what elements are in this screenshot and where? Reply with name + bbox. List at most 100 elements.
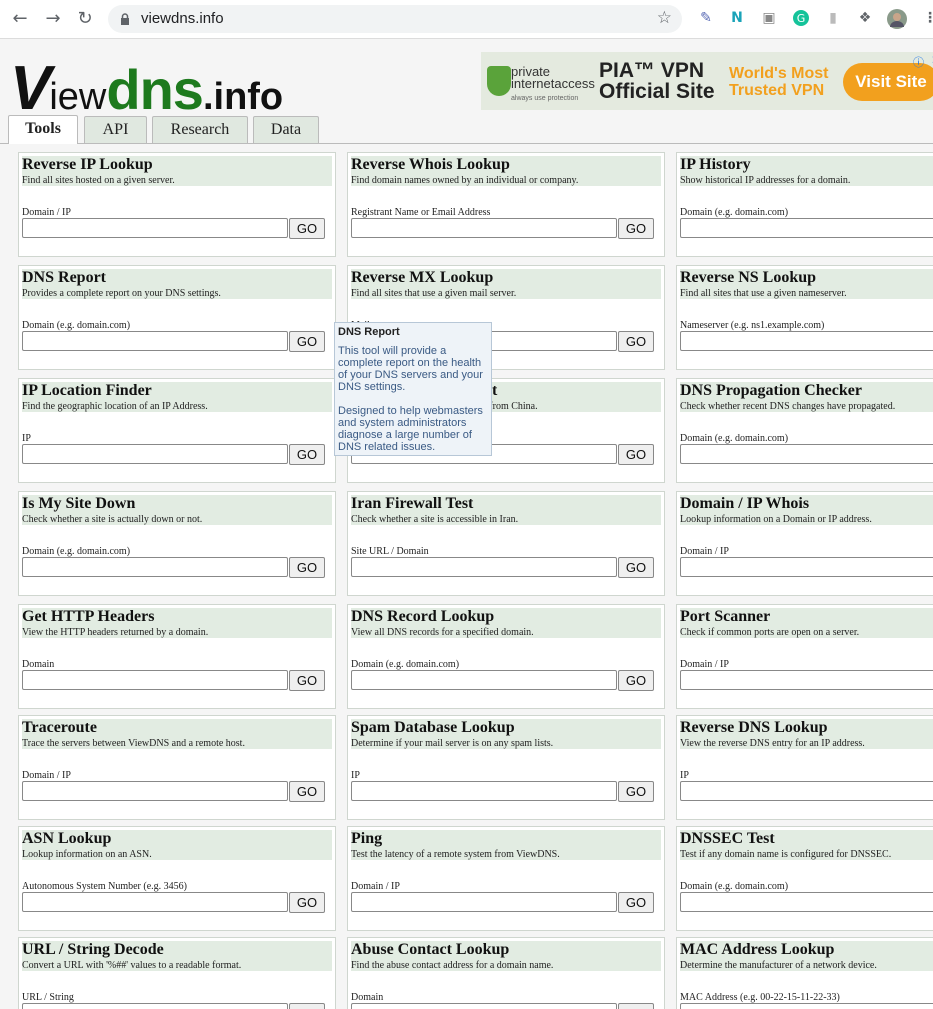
tool-title[interactable]: MAC Address Lookup	[680, 941, 834, 959]
tool-card: IP Location Finder Find the geographic lo…	[18, 378, 336, 483]
go-button[interactable]: GO	[618, 444, 654, 465]
tool-input[interactable]	[351, 557, 617, 577]
tool-title[interactable]: IP History	[680, 156, 751, 174]
back-icon[interactable]: ←	[9, 8, 31, 30]
n-extension-icon[interactable]: N	[728, 9, 746, 27]
go-button[interactable]: GO	[618, 557, 654, 578]
go-button[interactable]: GO	[289, 892, 325, 913]
go-button[interactable]: GO	[289, 670, 325, 691]
tool-title[interactable]: DNS Propagation Checker	[680, 382, 862, 400]
tool-title[interactable]: Domain / IP Whois	[680, 495, 809, 513]
tool-title[interactable]: Is My Site Down	[22, 495, 135, 513]
extensions-puzzle-icon[interactable]: ❖	[856, 9, 874, 27]
go-button[interactable]: GO	[289, 1003, 325, 1009]
tool-input[interactable]	[22, 331, 288, 351]
tab-api[interactable]: API	[84, 116, 147, 143]
tab-data[interactable]: Data	[253, 116, 319, 143]
go-button[interactable]: GO	[618, 331, 654, 352]
tool-title[interactable]: DNSSEC Test	[680, 830, 775, 848]
tool-input[interactable]	[680, 892, 933, 912]
tool-input[interactable]	[351, 892, 617, 912]
tool-card-header: Reverse MX Lookup Find all sites that use…	[351, 269, 661, 299]
tool-title[interactable]: Abuse Contact Lookup	[351, 941, 509, 959]
tool-input[interactable]	[22, 1003, 288, 1009]
tool-input[interactable]	[22, 670, 288, 690]
forward-icon[interactable]: →	[42, 8, 64, 30]
tool-title[interactable]: ASN Lookup	[22, 830, 111, 848]
tool-input[interactable]	[22, 892, 288, 912]
tool-title[interactable]: Reverse NS Lookup	[680, 269, 816, 287]
tool-input[interactable]	[680, 331, 933, 351]
tool-input[interactable]	[22, 557, 288, 577]
tool-card-header: IP History Show historical IP addresses f…	[680, 156, 933, 186]
tool-card: DNSSEC Test Test if any domain name is co…	[676, 826, 933, 931]
tool-title[interactable]: Reverse MX Lookup	[351, 269, 493, 287]
tool-input[interactable]	[680, 557, 933, 577]
profile-avatar[interactable]	[887, 9, 907, 29]
tool-input[interactable]	[351, 781, 617, 801]
tool-input[interactable]	[680, 1003, 933, 1009]
tool-input[interactable]	[680, 218, 933, 238]
tool-card: DNS Propagation Checker Check whether rec…	[676, 378, 933, 483]
tool-card-header: Ping Test the latency of a remote system …	[351, 830, 661, 860]
tool-input[interactable]	[351, 218, 617, 238]
cast-extension-icon[interactable]: ▣	[760, 9, 778, 27]
pia-logo-icon	[487, 66, 511, 96]
tool-input[interactable]	[351, 670, 617, 690]
go-button[interactable]: GO	[289, 557, 325, 578]
go-button[interactable]: GO	[618, 1003, 654, 1009]
go-button[interactable]: GO	[618, 892, 654, 913]
tab-tools[interactable]: Tools	[8, 115, 78, 144]
tool-card-header: Spam Database Lookup Determine if your ma…	[351, 719, 661, 749]
tool-title[interactable]: Iran Firewall Test	[351, 495, 473, 513]
tool-title[interactable]: Traceroute	[22, 719, 97, 737]
tool-input[interactable]	[22, 444, 288, 464]
tool-input[interactable]	[351, 1003, 617, 1009]
tool-card-header: URL / String Decode Convert a URL with '%…	[22, 941, 332, 971]
eyedropper-extension-icon[interactable]: ✎	[697, 9, 715, 27]
browser-toolbar: ← → ↻ viewdns.info ☆ ✎ N ▣ G ▮ ❖ ⋮	[0, 0, 933, 39]
ad-brand: private internetaccess always use protec…	[511, 65, 595, 105]
go-button[interactable]: GO	[289, 781, 325, 802]
go-button[interactable]: GO	[618, 218, 654, 239]
tool-title[interactable]: Spam Database Lookup	[351, 719, 515, 737]
tool-input-label: Domain (e.g. domain.com)	[22, 546, 131, 557]
tool-card-header: Reverse IP Lookup Find all sites hosted o…	[22, 156, 332, 186]
go-button[interactable]: GO	[289, 331, 325, 352]
clipboard-extension-icon[interactable]: ▮	[824, 9, 842, 27]
site-logo[interactable]: Viewdns.info	[10, 53, 283, 123]
address-bar[interactable]: viewdns.info ☆	[108, 5, 682, 33]
tool-input[interactable]	[680, 781, 933, 801]
tool-card-header: DNS Propagation Checker Check whether rec…	[680, 382, 933, 412]
tool-input-label: Domain / IP	[351, 881, 400, 892]
adchoices-icon[interactable]: ⓘ	[913, 54, 924, 70]
go-button[interactable]: GO	[289, 444, 325, 465]
tool-title[interactable]: Port Scanner	[680, 608, 770, 626]
tool-title[interactable]: DNS Record Lookup	[351, 608, 494, 626]
grammarly-extension-icon[interactable]: G	[792, 9, 810, 27]
go-button[interactable]: GO	[618, 670, 654, 691]
bookmark-star-icon[interactable]: ☆	[657, 8, 672, 28]
tool-input[interactable]	[22, 781, 288, 801]
tooltip-body: This tool will provide a complete report…	[338, 345, 483, 453]
tool-input[interactable]	[22, 218, 288, 238]
tool-title[interactable]: Get HTTP Headers	[22, 608, 154, 626]
ad-banner[interactable]: private internetaccess always use protec…	[481, 52, 933, 110]
ad-tagline-1: World's Most	[729, 65, 829, 82]
reload-icon[interactable]: ↻	[74, 8, 96, 30]
go-button[interactable]: GO	[289, 218, 325, 239]
browser-menu-icon[interactable]: ⋮	[921, 9, 933, 27]
tool-title[interactable]: Reverse DNS Lookup	[680, 719, 828, 737]
tab-research[interactable]: Research	[152, 116, 248, 143]
tool-title[interactable]: URL / String Decode	[22, 941, 164, 959]
tool-title[interactable]: DNS Report	[22, 269, 106, 287]
tool-title[interactable]: Reverse Whois Lookup	[351, 156, 510, 174]
tool-input[interactable]	[680, 670, 933, 690]
tool-input[interactable]	[680, 444, 933, 464]
tool-title[interactable]: Reverse IP Lookup	[22, 156, 153, 174]
logo-dns: dns	[106, 58, 204, 121]
go-button[interactable]: GO	[618, 781, 654, 802]
tool-title[interactable]: Ping	[351, 830, 382, 848]
tool-title[interactable]: IP Location Finder	[22, 382, 152, 400]
logo-iew: iew	[49, 76, 107, 118]
